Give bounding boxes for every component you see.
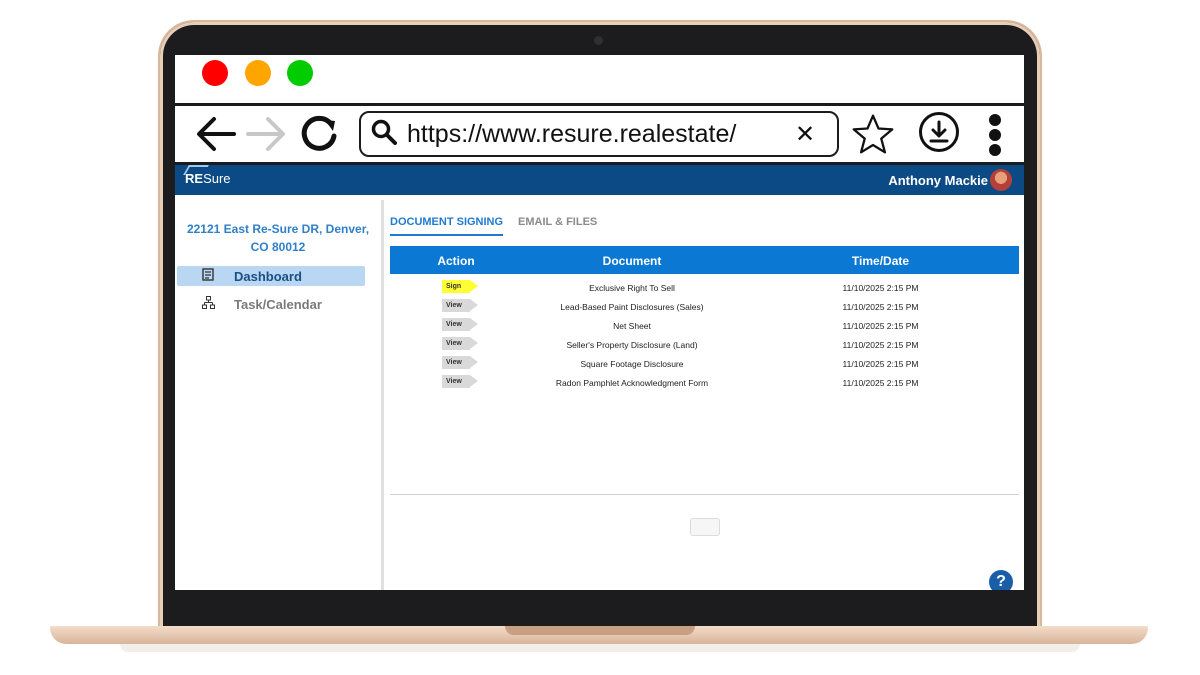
document-name: Radon Pamphlet Acknowledgment Form (555, 378, 709, 388)
section-divider (390, 494, 1019, 495)
document-name: Seller's Property Disclosure (Land) (566, 340, 698, 350)
screen: ✕ RESure Anthony Mackie 22121 East Re-Su… (175, 55, 1024, 590)
document-name: Square Footage Disclosure (580, 359, 684, 369)
document-name: Exclusive Right To Sell (589, 283, 675, 293)
app-header: RESure Anthony Mackie (175, 165, 1024, 195)
table-row: View Lead-Based Paint Disclosures (Sales… (390, 297, 1019, 316)
document-time: 11/10/2025 2:15 PM (842, 359, 919, 369)
address-bar[interactable]: ✕ (359, 111, 839, 157)
table-row: Sign Exclusive Right To Sell 11/10/2025 … (390, 278, 1019, 297)
clipboard-icon (202, 268, 224, 284)
sidebar-item-dashboard[interactable]: Dashboard (177, 266, 365, 286)
org-chart-icon (202, 296, 224, 312)
maximize-window-button[interactable] (287, 60, 313, 86)
clear-icon[interactable]: ✕ (795, 120, 815, 149)
property-address: 22121 East Re-Sure DR, Denver, CO 80012 (186, 222, 370, 254)
sidebar: 22121 East Re-Sure DR, Denver, CO 80012 … (175, 200, 384, 590)
document-time: 11/10/2025 2:15 PM (842, 283, 919, 293)
table-row: View Net Sheet 11/10/2025 2:15 PM (390, 316, 1019, 335)
document-time: 11/10/2025 2:15 PM (842, 340, 919, 350)
star-icon[interactable] (851, 114, 895, 154)
sidebar-item-task-calendar[interactable]: Task/Calendar (177, 294, 365, 314)
kebab-menu-icon[interactable] (985, 112, 1005, 158)
minimize-window-button[interactable] (245, 60, 271, 86)
forward-arrow-icon[interactable] (245, 114, 289, 154)
view-button[interactable]: View (442, 337, 478, 350)
document-time: 11/10/2025 2:15 PM (842, 302, 919, 312)
empty-inbox-icon (690, 518, 720, 536)
document-time: 11/10/2025 2:15 PM (842, 378, 919, 388)
table-row: View Seller's Property Disclosure (Land)… (390, 335, 1019, 354)
browser-toolbar: ✕ (175, 106, 1024, 165)
view-button[interactable]: View (442, 318, 478, 331)
column-header-time-date[interactable]: Time/Date (742, 254, 1019, 268)
laptop-shadow (120, 644, 1080, 652)
view-button[interactable]: View (442, 356, 478, 369)
tab-email-files[interactable]: EMAIL & FILES (518, 216, 597, 228)
document-time: 11/10/2025 2:15 PM (842, 321, 919, 331)
resure-logo[interactable]: RESure (183, 165, 231, 186)
table-row: View Square Footage Disclosure 11/10/202… (390, 354, 1019, 373)
sign-button[interactable]: Sign (442, 280, 478, 293)
sidebar-item-label: Task/Calendar (234, 296, 322, 312)
download-icon[interactable] (919, 112, 959, 152)
sidebar-item-label: Dashboard (234, 268, 302, 284)
url-input[interactable] (405, 118, 789, 150)
user-name[interactable]: Anthony Mackie (888, 173, 988, 188)
avatar[interactable] (990, 169, 1012, 191)
table-row: View Radon Pamphlet Acknowledgment Form … (390, 373, 1019, 392)
window-titlebar (175, 55, 1024, 106)
help-button[interactable]: ? (989, 570, 1013, 590)
document-name: Net Sheet (613, 321, 651, 331)
tab-document-signing[interactable]: DOCUMENT SIGNING (390, 216, 504, 236)
logo-sure: Sure (203, 171, 231, 186)
laptop-notch (505, 626, 695, 635)
close-window-button[interactable] (202, 60, 228, 86)
document-name: Lead-Based Paint Disclosures (Sales) (560, 302, 704, 312)
webcam (594, 36, 603, 45)
view-button[interactable]: View (442, 299, 478, 312)
column-header-document[interactable]: Document (522, 254, 742, 268)
view-button[interactable]: View (442, 375, 478, 388)
main-content: DOCUMENT SIGNING EMAIL & FILES Action Do… (388, 200, 1024, 590)
search-icon (371, 119, 405, 150)
back-arrow-icon[interactable] (193, 114, 237, 154)
column-header-action[interactable]: Action (390, 254, 522, 268)
table-header: Action Document Time/Date (390, 246, 1019, 274)
reload-icon[interactable] (297, 114, 341, 154)
